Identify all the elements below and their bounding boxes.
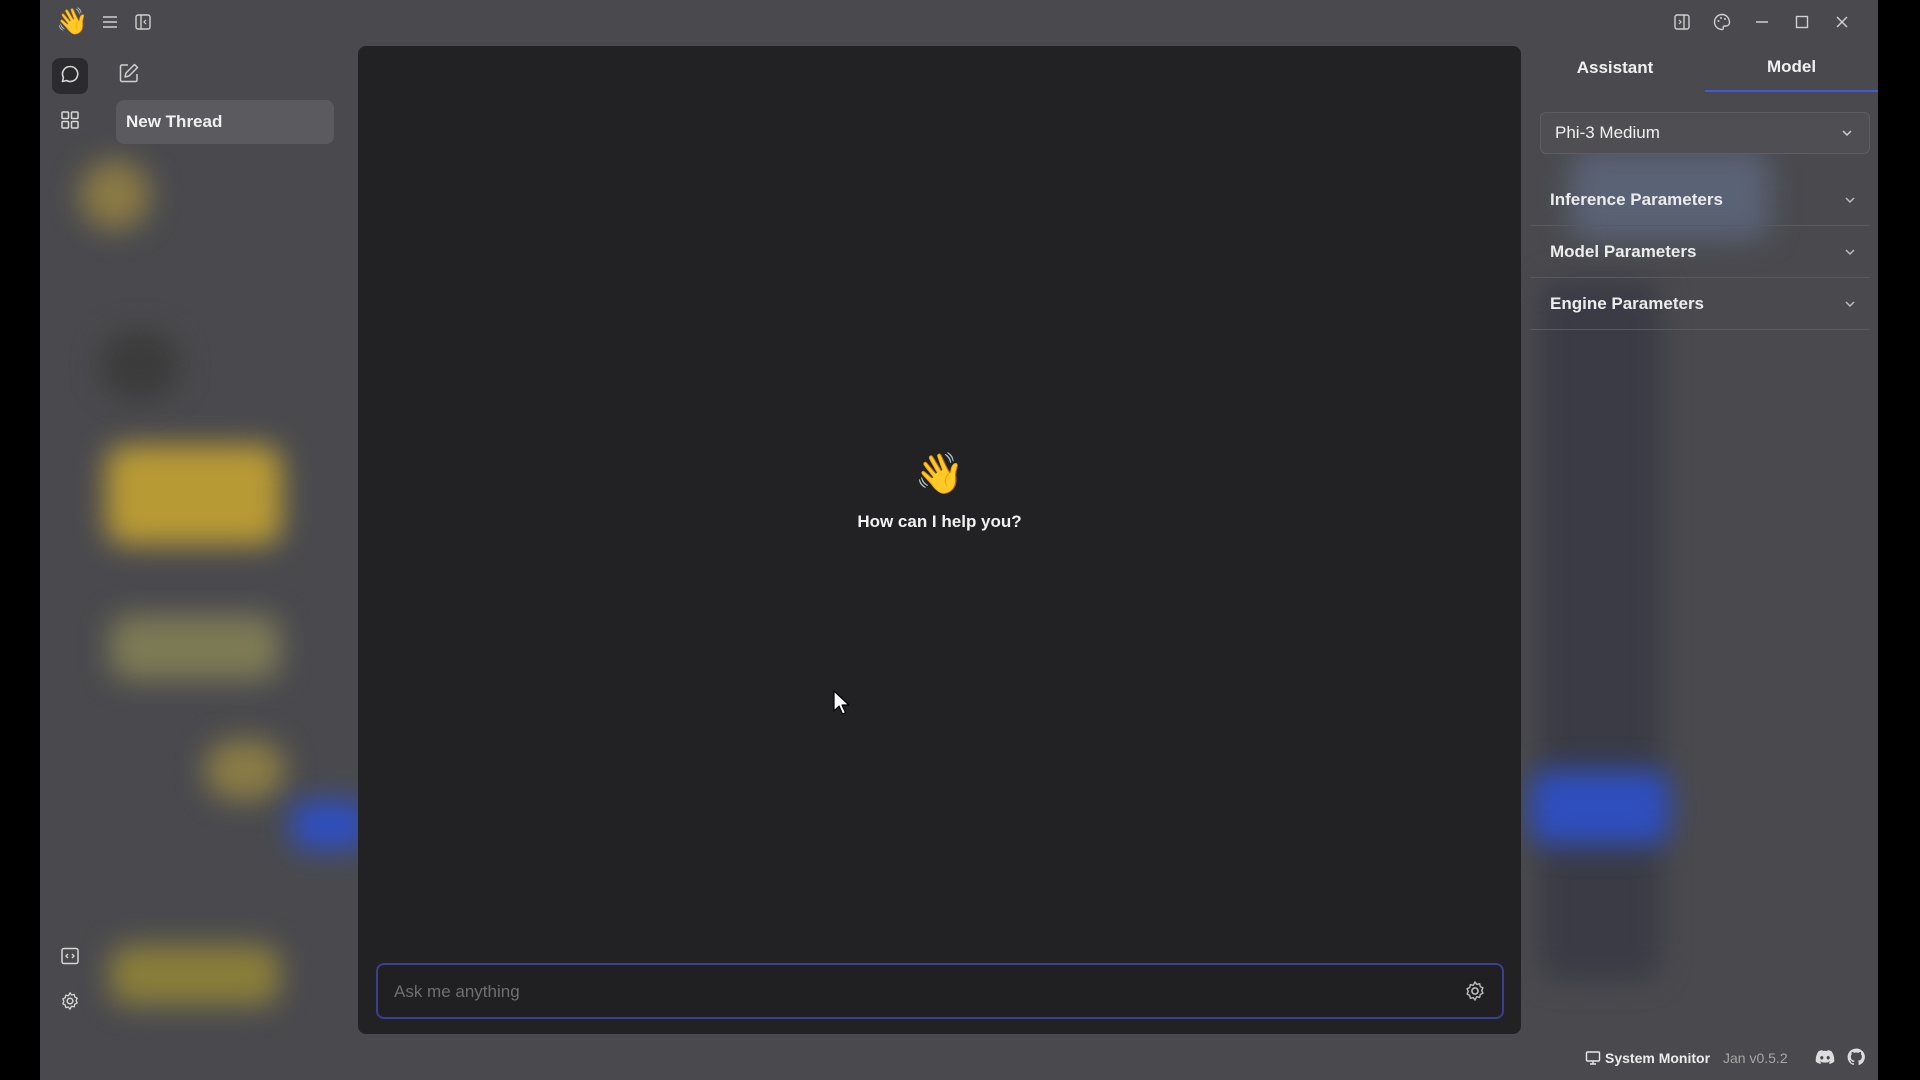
new-thread-edit-icon[interactable] <box>118 62 142 86</box>
backdrop-blur <box>100 330 180 400</box>
title-bar: 👋 <box>40 0 1878 44</box>
monitor-icon <box>1585 1050 1601 1066</box>
chevron-down-icon <box>1842 296 1858 312</box>
menu-icon[interactable] <box>100 12 120 32</box>
github-icon[interactable] <box>1847 1048 1865 1066</box>
backdrop-blur <box>110 615 280 680</box>
backdrop-blur <box>110 945 280 1005</box>
greeting-text: How can I help you? <box>857 512 1022 531</box>
chevron-down-icon <box>1842 192 1858 208</box>
inference-parameters-section[interactable]: Inference Parameters <box>1530 174 1870 226</box>
model-dropdown-value: Phi-3 Medium <box>1555 123 1660 142</box>
chat-bubble-icon <box>60 64 80 89</box>
close-icon[interactable] <box>1832 12 1852 32</box>
mouse-cursor-icon <box>833 690 850 715</box>
model-dropdown[interactable]: Phi-3 Medium <box>1540 112 1870 154</box>
thread-title: New Thread <box>126 112 223 131</box>
tab-assistant[interactable]: Assistant <box>1530 44 1700 92</box>
section-label: Model Parameters <box>1550 241 1697 261</box>
chat-input-box[interactable] <box>376 963 1504 1019</box>
waving-hand-icon: 👋 <box>914 452 965 496</box>
backdrop-blur <box>106 445 282 545</box>
chat-input[interactable] <box>392 965 1436 1019</box>
system-monitor-button[interactable]: System Monitor <box>1605 1050 1710 1066</box>
palette-icon[interactable] <box>1712 12 1732 32</box>
right-settings-panel: Assistant Model Phi-3 Medium Inference P… <box>1530 44 1878 1044</box>
chevron-down-icon <box>1842 244 1858 260</box>
toggle-right-panel-icon[interactable] <box>1672 12 1692 32</box>
code-window-icon <box>60 946 80 971</box>
panel-tabs: Assistant Model <box>1530 44 1878 92</box>
toggle-left-panel-icon[interactable] <box>133 12 153 32</box>
settings-nav-button[interactable] <box>52 985 88 1021</box>
engine-parameters-section[interactable]: Engine Parameters <box>1530 278 1870 330</box>
input-settings-gear-icon[interactable] <box>1464 980 1486 1002</box>
gear-icon <box>60 991 80 1016</box>
hub-nav-button[interactable] <box>52 104 88 140</box>
backdrop-blur <box>80 160 150 230</box>
discord-icon[interactable] <box>1815 1049 1835 1067</box>
model-parameters-section[interactable]: Model Parameters <box>1530 226 1870 278</box>
chat-panel: 👋 How can I help you? <box>358 46 1521 1034</box>
minimize-icon[interactable] <box>1752 12 1772 32</box>
thread-list-item[interactable]: New Thread <box>116 100 334 144</box>
chat-nav-button[interactable] <box>52 58 88 94</box>
app-version: Jan v0.5.2 <box>1723 1050 1788 1066</box>
tab-model[interactable]: Model <box>1705 44 1878 92</box>
empty-state: 👋 How can I help you? <box>358 450 1521 532</box>
app-logo: 👋 <box>56 6 89 36</box>
chevron-down-icon <box>1839 125 1855 141</box>
section-label: Inference Parameters <box>1550 189 1723 209</box>
grid-icon <box>60 110 80 135</box>
local-api-server-button[interactable] <box>52 940 88 976</box>
status-bar: System Monitor Jan v0.5.2 <box>1585 1044 1878 1074</box>
maximize-icon[interactable] <box>1792 12 1812 32</box>
section-label: Engine Parameters <box>1550 293 1705 313</box>
backdrop-blur <box>205 740 285 800</box>
app-window: 👋 New Thread 👋 How can I help you? Ask m… <box>40 0 1878 1080</box>
